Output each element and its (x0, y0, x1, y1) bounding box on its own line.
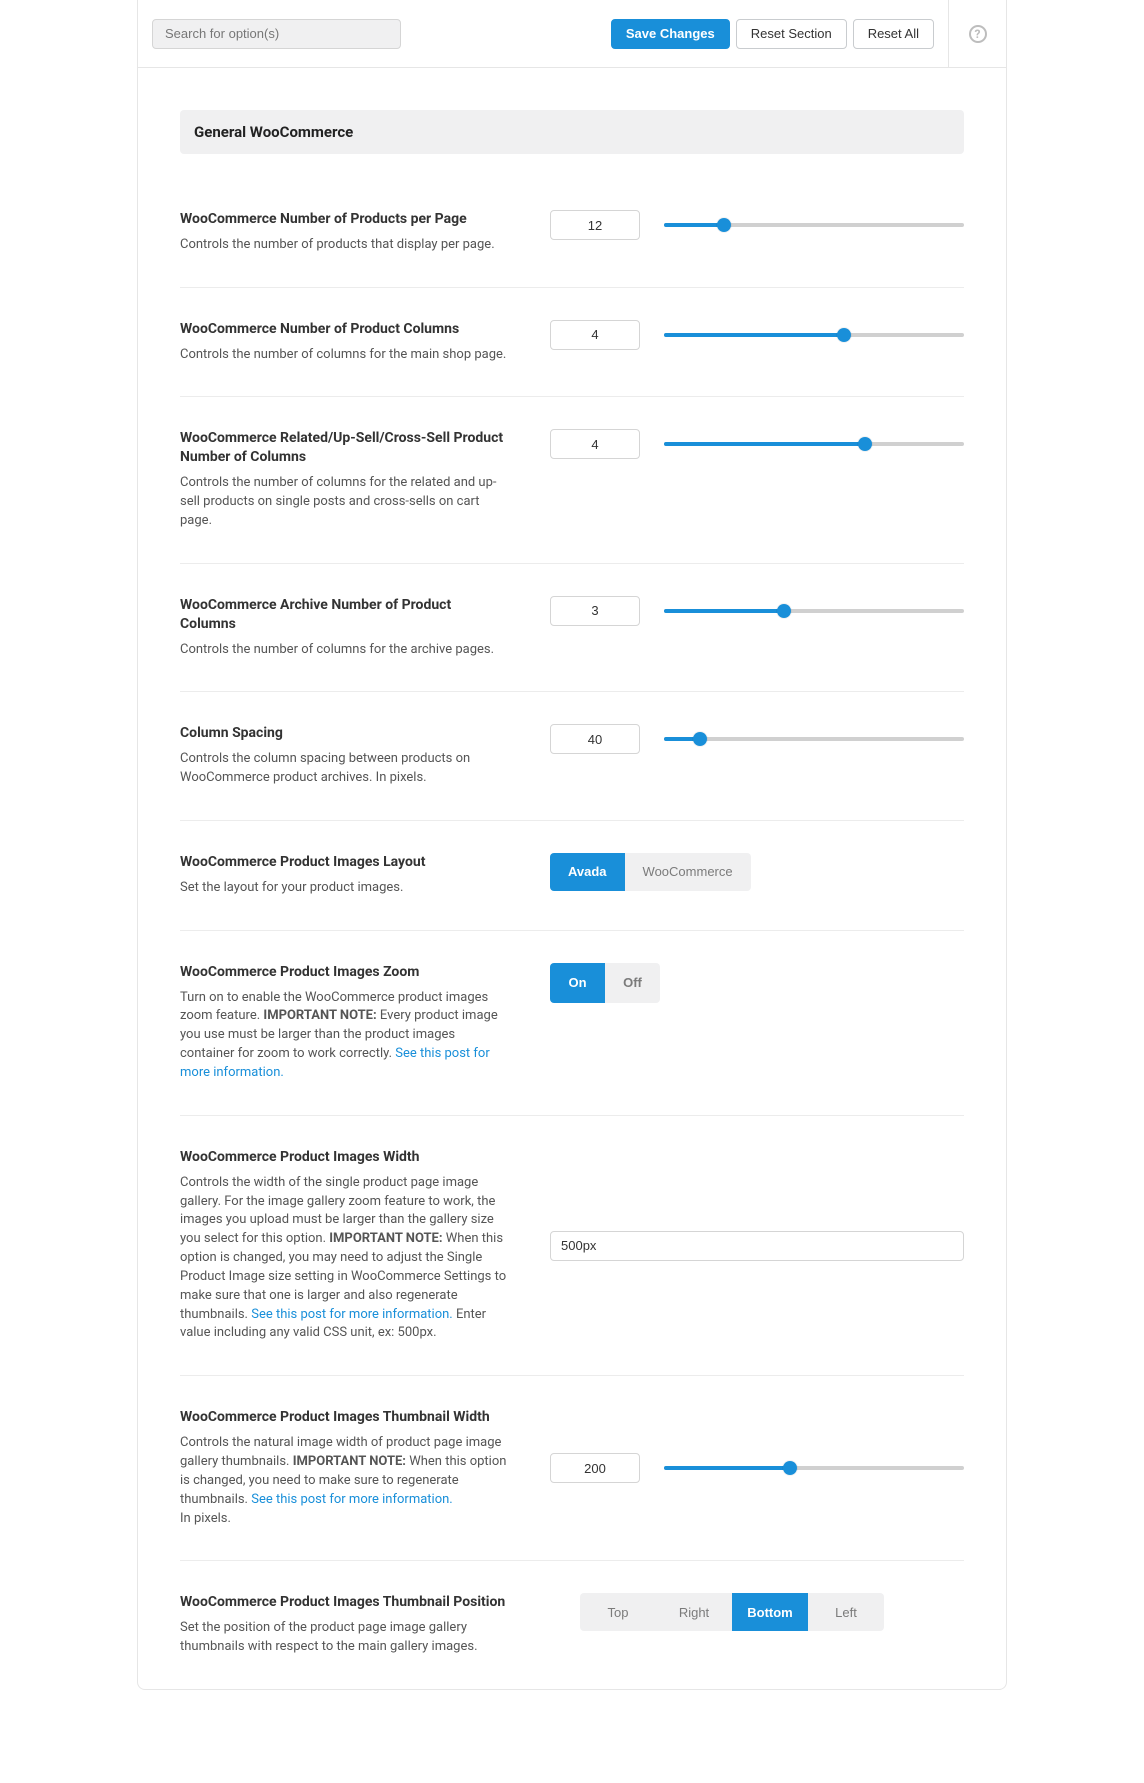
important-note: IMPORTANT NOTE: (329, 1231, 442, 1246)
option-product-columns: WooCommerce Number of Product Columns Co… (180, 320, 964, 398)
thumb-position-buttons: Top Right Bottom Left (580, 1593, 884, 1631)
thumb-position-left[interactable]: Left (808, 1593, 884, 1631)
option-title: WooCommerce Archive Number of Product Co… (180, 596, 510, 634)
topbar: Save Changes Reset Section Reset All ? (138, 0, 1006, 68)
thumb-position-right[interactable]: Right (656, 1593, 732, 1631)
option-related-columns: WooCommerce Related/Up-Sell/Cross-Sell P… (180, 429, 964, 563)
option-desc: Controls the number of columns for the r… (180, 474, 510, 531)
option-desc: Set the layout for your product images. (180, 879, 510, 898)
option-title: WooCommerce Product Images Layout (180, 853, 510, 872)
option-title: WooCommerce Product Images Thumbnail Wid… (180, 1408, 510, 1427)
images-zoom-on[interactable]: On (550, 963, 605, 1003)
help-icon[interactable]: ? (969, 25, 987, 43)
archive-columns-slider[interactable] (664, 596, 964, 626)
related-columns-slider[interactable] (664, 429, 964, 459)
thumb-position-bottom[interactable]: Bottom (732, 1593, 808, 1631)
option-desc: Controls the number of columns for the m… (180, 346, 510, 365)
option-title: WooCommerce Related/Up-Sell/Cross-Sell P… (180, 429, 510, 467)
option-column-spacing: Column Spacing Controls the column spaci… (180, 724, 964, 821)
search-input[interactable] (152, 19, 401, 49)
option-title: WooCommerce Number of Product Columns (180, 320, 510, 339)
related-columns-input[interactable] (550, 429, 640, 459)
option-desc: Turn on to enable the WooCommerce produc… (180, 989, 510, 1083)
images-zoom-off[interactable]: Off (605, 963, 660, 1003)
option-images-width: WooCommerce Product Images Width Control… (180, 1148, 964, 1376)
option-archive-columns: WooCommerce Archive Number of Product Co… (180, 596, 964, 693)
option-images-zoom: WooCommerce Product Images Zoom Turn on … (180, 963, 964, 1116)
option-desc: Controls the number of columns for the a… (180, 641, 510, 660)
option-title: WooCommerce Product Images Thumbnail Pos… (180, 1593, 510, 1612)
option-desc: Controls the number of products that dis… (180, 236, 510, 255)
option-thumb-width: WooCommerce Product Images Thumbnail Wid… (180, 1408, 964, 1561)
images-layout-buttons: Avada WooCommerce (550, 853, 751, 891)
option-desc: Controls the column spacing between prod… (180, 750, 510, 788)
option-desc: Controls the natural image width of prod… (180, 1434, 510, 1528)
images-width-input[interactable] (550, 1231, 964, 1261)
option-title: Column Spacing (180, 724, 510, 743)
option-title: WooCommerce Product Images Width (180, 1148, 510, 1167)
reset-all-button[interactable]: Reset All (853, 19, 934, 49)
option-title: WooCommerce Product Images Zoom (180, 963, 510, 982)
products-per-page-slider[interactable] (664, 210, 964, 240)
option-thumb-position: WooCommerce Product Images Thumbnail Pos… (180, 1593, 964, 1689)
column-spacing-slider[interactable] (664, 724, 964, 754)
important-note: IMPORTANT NOTE: (293, 1454, 406, 1469)
column-spacing-input[interactable] (550, 724, 640, 754)
thumb-info-link[interactable]: See this post for more information. (251, 1492, 453, 1507)
option-products-per-page: WooCommerce Number of Products per Page … (180, 210, 964, 288)
option-images-layout: WooCommerce Product Images Layout Set th… (180, 853, 964, 931)
option-title: WooCommerce Number of Products per Page (180, 210, 510, 229)
option-desc: Set the position of the product page ima… (180, 1619, 510, 1657)
images-layout-woocommerce[interactable]: WooCommerce (625, 853, 751, 891)
thumb-width-slider[interactable] (664, 1453, 964, 1483)
products-per-page-input[interactable] (550, 210, 640, 240)
images-zoom-toggle: On Off (550, 963, 660, 1003)
product-columns-slider[interactable] (664, 320, 964, 350)
archive-columns-input[interactable] (550, 596, 640, 626)
save-changes-button[interactable]: Save Changes (611, 19, 730, 49)
thumb-position-top[interactable]: Top (580, 1593, 656, 1631)
thumb-width-input[interactable] (550, 1453, 640, 1483)
images-layout-avada[interactable]: Avada (550, 853, 625, 891)
reset-section-button[interactable]: Reset Section (736, 19, 847, 49)
width-info-link[interactable]: See this post for more information. (251, 1307, 453, 1322)
option-desc: Controls the width of the single product… (180, 1174, 510, 1344)
section-header: General WooCommerce (180, 110, 964, 154)
important-note: IMPORTANT NOTE: (263, 1008, 376, 1023)
product-columns-input[interactable] (550, 320, 640, 350)
in-pixels: In pixels. (180, 1511, 231, 1526)
